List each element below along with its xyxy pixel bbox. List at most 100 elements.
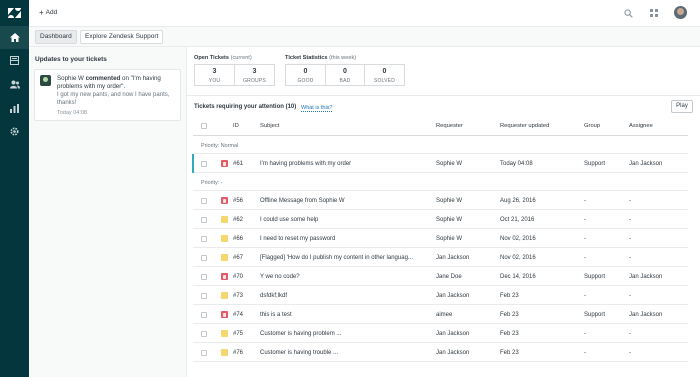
row-checkbox[interactable] [201, 254, 207, 261]
ticket-subject[interactable]: Offline Message from Sophie W [260, 198, 345, 204]
row-checkbox[interactable] [201, 349, 207, 356]
ticket-group: - [584, 349, 586, 356]
stat-groups[interactable]: 3 GROUPS [234, 64, 275, 86]
ticket-group: - [584, 216, 586, 223]
stat-groups-value: 3 [252, 68, 257, 75]
ticket-subject[interactable]: Y we no code? [260, 274, 300, 280]
ticket-statistics-label: Ticket Statistics [285, 55, 328, 61]
row-checkbox[interactable] [201, 197, 207, 204]
column-assignee[interactable]: Assignee [629, 123, 653, 129]
nav-customers[interactable] [0, 73, 29, 96]
ticket-subject[interactable]: [Flagged] 'How do I publish my content i… [260, 255, 413, 261]
ticket-group: - [584, 292, 586, 299]
nav-admin[interactable] [0, 120, 29, 143]
row-checkbox[interactable] [201, 311, 207, 318]
update-summary: Sophie W commented on "I'm having proble… [57, 75, 177, 90]
column-requester-updated[interactable]: Requester updated [500, 123, 549, 129]
ticket-group: Support [584, 160, 606, 167]
ticket-requester-updated: Nov 02, 2016 [500, 235, 536, 242]
ticket-status-icon [221, 160, 228, 167]
row-checkbox[interactable] [201, 330, 207, 337]
table-row[interactable]: #70 Y we no code? Jane Doe Dec 14, 2016 Supp… [193, 267, 688, 286]
what-is-this-link[interactable]: What is this? [301, 105, 333, 112]
ticket-group: - [584, 235, 586, 242]
add-button[interactable]: + Add [39, 8, 57, 16]
tab-explore-zendesk-support[interactable]: Explore Zendesk Support [80, 30, 164, 44]
tab-dashboard[interactable]: Dashboard [35, 30, 77, 44]
column-group[interactable]: Group [584, 123, 600, 129]
left-nav [0, 0, 29, 377]
open-tickets-qualifier: (current) [230, 55, 252, 61]
zendesk-logo-icon[interactable] [8, 8, 21, 18]
ticket-assignee: - [629, 235, 631, 242]
update-body: I got my new pants, and now I have pants… [57, 92, 170, 106]
ticket-subject[interactable]: Customer is having trouble ... [260, 350, 338, 356]
stat-you[interactable]: 3 YOU [194, 64, 235, 86]
ticket-status-icon [221, 254, 228, 261]
ticket-assignee: Jan Jackson [629, 273, 663, 280]
play-button[interactable]: Play [671, 100, 693, 113]
ticket-subject[interactable]: Customer is having problem ... [260, 331, 341, 337]
stat-solved[interactable]: 0 SOLVED [364, 64, 405, 86]
ticket-requester-updated: Dec 14, 2016 [500, 273, 536, 280]
row-checkbox[interactable] [201, 160, 207, 167]
row-checkbox[interactable] [201, 292, 207, 299]
update-card[interactable]: Sophie W commented on "I'm having proble… [34, 69, 181, 121]
column-id[interactable]: ID [233, 123, 239, 129]
ticket-requester-updated: Aug 26, 2016 [500, 197, 536, 204]
user-avatar[interactable] [674, 6, 687, 19]
nav-home[interactable] [0, 26, 29, 49]
table-row[interactable]: #67 [Flagged] 'How do I publish my conten… [193, 248, 688, 267]
row-checkbox[interactable] [201, 216, 207, 223]
table-row[interactable]: #76 Customer is having trouble ... Jan Jac… [193, 343, 688, 362]
search-icon[interactable] [622, 7, 634, 19]
ticket-group: Support [584, 311, 606, 318]
column-requester[interactable]: Requester [436, 123, 463, 129]
row-checkbox[interactable] [201, 273, 207, 280]
stat-good-value: 0 [303, 68, 308, 75]
ticket-status-icon [221, 311, 228, 318]
table-row[interactable]: #66 I need to reset my password Sophie W No… [193, 229, 688, 248]
stat-bad-value: 0 [343, 68, 347, 75]
table-row[interactable]: #73 dsfdkf;lkdf Jan Jackson Feb 23 - - [193, 286, 688, 305]
tickets-title: Tickets requiring your attention (10) [194, 104, 296, 110]
row-checkbox[interactable] [201, 235, 207, 242]
table-row[interactable]: #74 this is a test aimee Feb 23 Support Jan J… [193, 305, 688, 324]
stat-bad[interactable]: 0 BAD [325, 64, 365, 86]
nav-views[interactable] [0, 49, 29, 72]
reporting-icon [10, 104, 19, 113]
ticket-subject[interactable]: I need to reset my password [260, 236, 335, 242]
ticket-assignee: - [629, 197, 631, 204]
ticket-subject[interactable]: dsfdkf;lkdf [260, 293, 287, 299]
product-tray-icon[interactable] [648, 7, 660, 19]
select-all-checkbox[interactable] [201, 123, 207, 129]
table-row[interactable]: #56 Offline Message from Sophie W Sophie W… [193, 191, 688, 210]
stat-good[interactable]: 0 GOOD [285, 64, 326, 86]
ticket-status-icon [221, 273, 228, 280]
priority-group-label: Priority: - [201, 180, 223, 186]
stat-solved-label: SOLVED [373, 78, 396, 84]
ticket-requester: Sophie W [436, 216, 463, 223]
priority-group-row: Priority: Normal [193, 136, 688, 154]
ticket-subject[interactable]: I could use some help [260, 217, 318, 223]
update-avatar [40, 75, 51, 86]
ticket-id: #76 [233, 349, 244, 356]
admin-gear-icon [10, 127, 19, 136]
ticket-requester-updated: Feb 23 [500, 292, 519, 299]
ticket-requester: Sophie W [436, 160, 463, 167]
ticket-requester-updated: Feb 23 [500, 311, 519, 318]
nav-reporting[interactable] [0, 97, 29, 120]
ticket-subject[interactable]: I'm having problems with my order [260, 161, 351, 167]
ticket-status-icon [221, 330, 228, 337]
table-row[interactable]: #62 I could use some help Sophie W Oct 21, … [193, 210, 688, 229]
ticket-status-icon [221, 216, 228, 223]
table-row[interactable]: #75 Customer is having problem ... Jan Jac… [193, 324, 688, 343]
table-row[interactable]: #61 I'm having problems with my order Soph… [192, 154, 688, 173]
ticket-group: Support [584, 273, 606, 280]
views-icon [10, 56, 19, 65]
ticket-status-icon [221, 197, 228, 204]
ticket-subject[interactable]: this is a test [260, 312, 292, 318]
tickets-header: Tickets requiring your attention (10) Wh… [187, 95, 700, 117]
ticket-requester-updated: Today 04:08 [500, 160, 533, 167]
column-subject[interactable]: Subject [260, 123, 279, 129]
